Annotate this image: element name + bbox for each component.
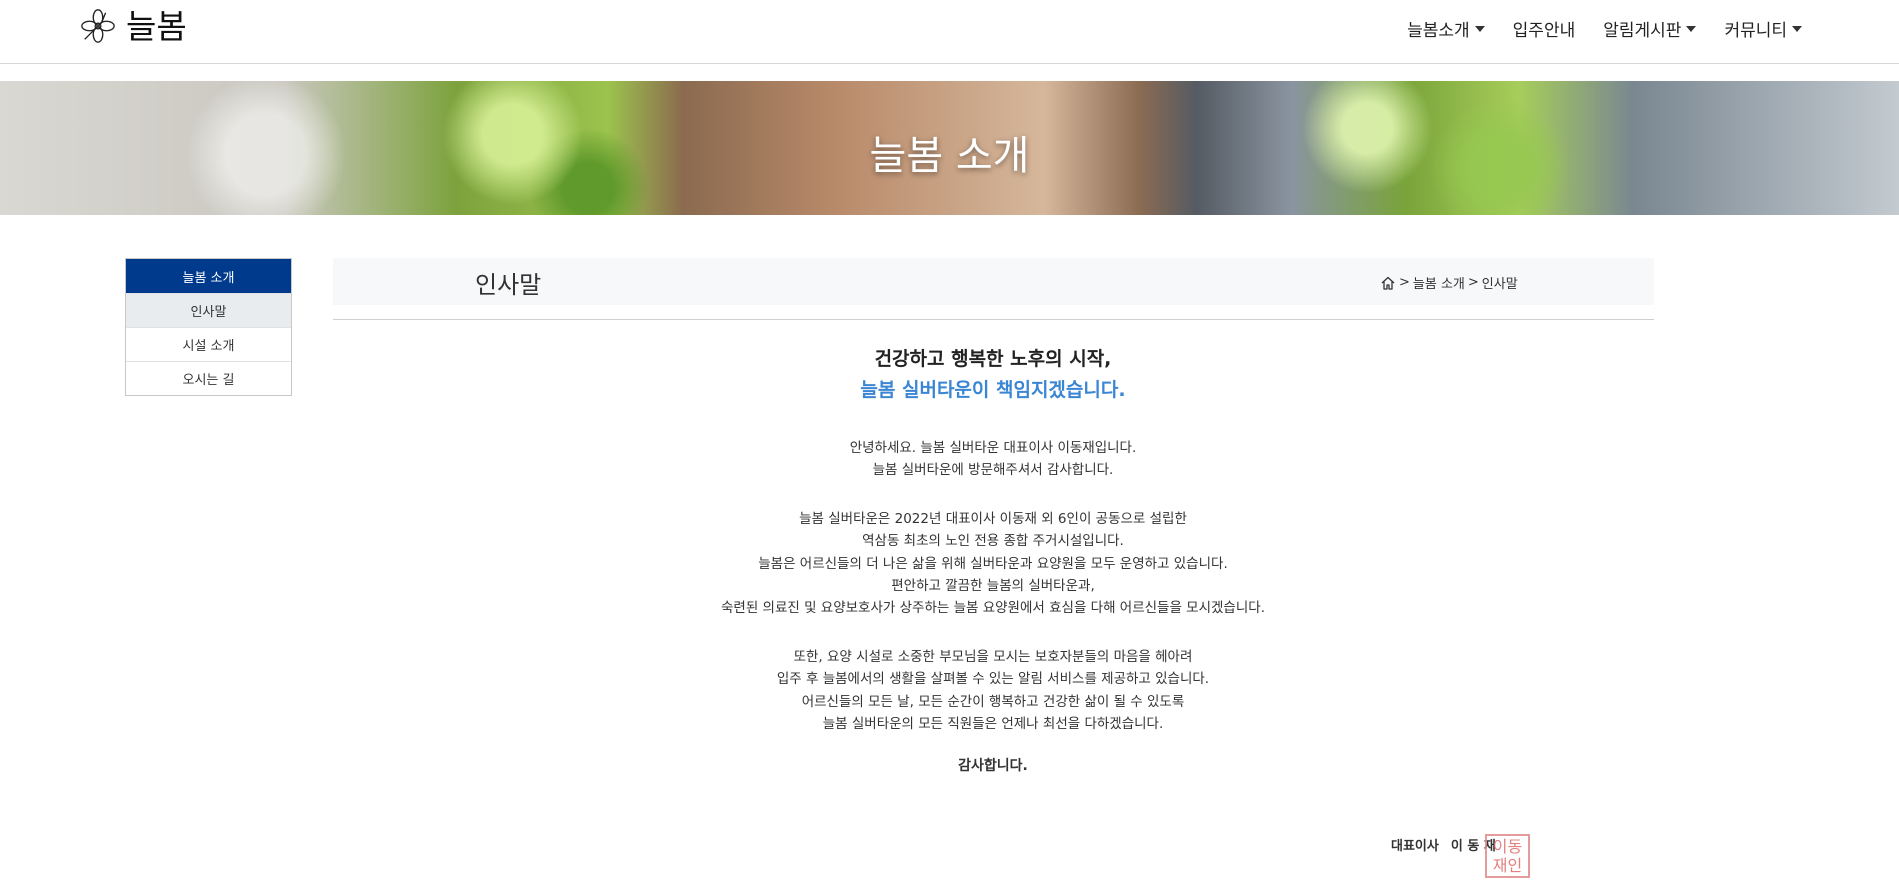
content-header: 인사말 > 늘봄 소개 > 인사말 — [333, 258, 1654, 305]
menu-item-notice-board-label: 알림게시판 — [1603, 21, 1682, 41]
greeting-line: 늘봄 실버타운의 모든 직원들은 언제나 최선을 다하겠습니다. — [822, 716, 1164, 733]
greeting-line: 역삼동 최초의 노인 전용 종합 주거시설입니다. — [862, 533, 1124, 550]
menu-item-community-label: 커뮤니티 — [1724, 21, 1787, 41]
signature-title: 대표이사 — [1391, 839, 1439, 854]
caret-down-icon — [1474, 25, 1485, 32]
side-nav-item-directions[interactable]: 오시는 길 — [126, 361, 291, 395]
greeting-headline: 건강하고 행복한 노후의 시작, — [874, 348, 1112, 370]
greeting-paragraph-intro: 안녕하세요. 늘봄 실버타운 대표이사 이동재입니다. 늘봄 실버타운에 방문해… — [593, 437, 1393, 482]
greeting-line: 안녕하세요. 늘봄 실버타운 대표이사 이동재입니다. — [849, 440, 1137, 456]
breadcrumb-item-about[interactable]: 늘봄 소개 — [1413, 273, 1465, 292]
greeting-line: 어르신들의 모든 날, 모든 순간이 행복하고 건강한 삶이 될 수 있도록 — [801, 693, 1185, 710]
seal-stamp: 이동재인 — [1485, 834, 1530, 878]
menu-item-about-label: 늘봄소개 — [1407, 21, 1470, 41]
menu-item-admission-label: 입주안내 — [1512, 21, 1576, 41]
breadcrumb-separator: > — [1467, 275, 1479, 290]
menu-item-about[interactable]: 늘봄소개 — [1407, 16, 1485, 41]
greeting-line: 늘봄 실버타운은 2022년 대표이사 이동재 외 6인이 공동으로 설립한 — [799, 510, 1187, 527]
greeting-closing: 감사합니다. — [958, 758, 1028, 775]
flower-icon — [81, 9, 115, 43]
side-nav-heading: 늘봄 소개 — [126, 259, 291, 293]
hero-title: 늘봄 소개 — [869, 133, 1030, 179]
greeting-line: 숙련된 의료진 및 요양보호사가 상주하는 늘봄 요양원에서 효심을 다해 어르… — [720, 600, 1265, 617]
top-navbar: 늘봄 늘봄소개 입주안내 알림게시판 커뮤니티 — [0, 0, 1899, 64]
brand-logo-link[interactable]: 늘봄 — [79, 6, 187, 46]
side-nav-item-greeting[interactable]: 인사말 — [126, 293, 291, 327]
breadcrumb-separator: > — [1399, 275, 1410, 290]
content-divider — [333, 319, 1654, 320]
brand-name: 늘봄 — [126, 6, 187, 46]
side-nav: 늘봄 소개 인사말 시설 소개 오시는 길 — [125, 258, 292, 396]
side-nav-item-facilities[interactable]: 시설 소개 — [126, 327, 291, 361]
caret-down-icon — [1686, 25, 1697, 32]
page-title: 인사말 — [475, 271, 542, 299]
greeting-line: 입주 후 늘봄에서의 생활을 살펴볼 수 있는 알림 서비스를 제공하고 있습니… — [776, 671, 1210, 688]
greeting-paragraph-service: 또한, 요양 시설로 소중한 부모님을 모시는 보호자분들의 마음을 헤아려 입… — [593, 646, 1393, 736]
home-icon[interactable] — [1380, 275, 1396, 291]
greeting-body: 건강하고 행복한 노후의 시작, 늘봄 실버타운이 책임지겠습니다. 안녕하세요… — [593, 344, 1393, 775]
menu-item-notice-board[interactable]: 알림게시판 — [1603, 16, 1697, 41]
greeting-line: 편안하고 깔끔한 늘봄의 실버타운과, — [891, 578, 1095, 595]
signature: 대표이사 이 동 재 — [1391, 835, 1496, 854]
greeting-line: 늘봄 실버타운에 방문해주셔서 감사합니다. — [872, 462, 1114, 479]
seal-text: 이동재인 — [1492, 837, 1523, 875]
hero-banner: 늘봄 소개 — [0, 81, 1899, 215]
greeting-line: 또한, 요양 시설로 소중한 부모님을 모시는 보호자분들의 마음을 헤아려 — [793, 648, 1193, 665]
breadcrumb: > 늘봄 소개 > 인사말 — [1380, 273, 1518, 292]
greeting-paragraph-history: 늘봄 실버타운은 2022년 대표이사 이동재 외 6인이 공동으로 설립한 역… — [593, 508, 1393, 620]
greeting-headline-accent: 늘봄 실버타운이 책임지겠습니다. — [860, 379, 1126, 401]
menu-item-community[interactable]: 커뮤니티 — [1724, 16, 1802, 41]
menu-item-admission[interactable]: 입주안내 — [1513, 16, 1576, 41]
caret-down-icon — [1792, 25, 1802, 32]
breadcrumb-item-greeting: 인사말 — [1481, 277, 1518, 292]
main-menu: 늘봄소개 입주안내 알림게시판 커뮤니티 — [1407, 16, 1802, 41]
greeting-line: 늘봄은 어르신들의 더 나은 삶을 위해 실버타운과 요양원을 모두 운영하고 … — [758, 555, 1228, 572]
